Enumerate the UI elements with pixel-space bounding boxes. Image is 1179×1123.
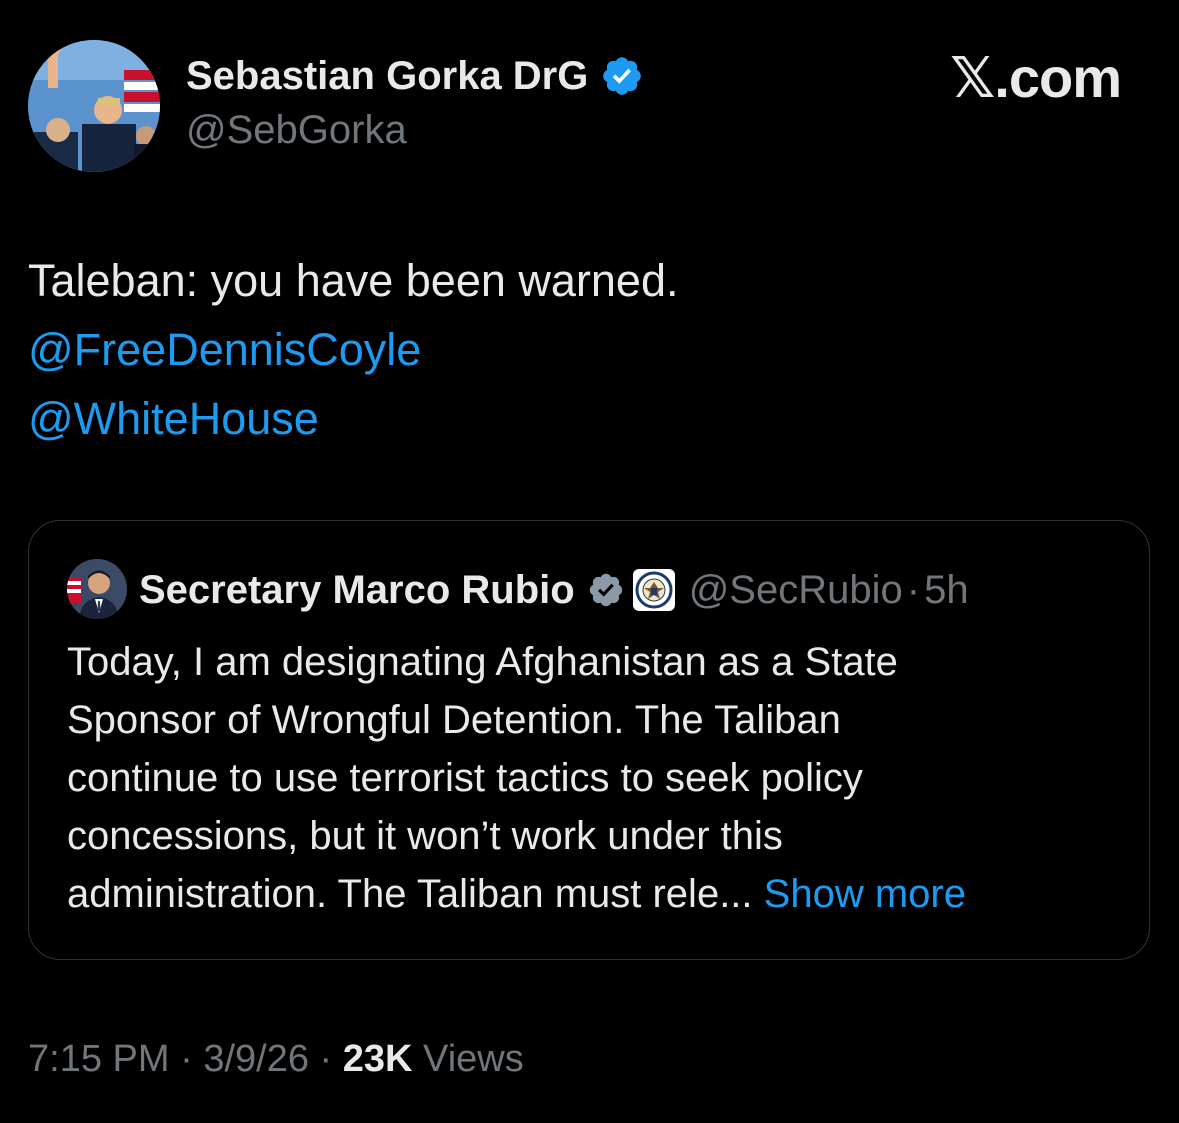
views-label[interactable]: Views (423, 1038, 524, 1080)
author-avatar[interactable] (28, 40, 160, 172)
footer-separator: · (180, 1038, 193, 1080)
tweet-text: Taleban: you have been warned. @FreeDenn… (28, 246, 678, 453)
quote-text-line: concessions, but it won’t work under thi… (67, 814, 783, 858)
quote-text-line: continue to use terrorist tactics to see… (67, 756, 863, 800)
site-brand-logo: 𝕏.com (950, 46, 1122, 109)
quote-text-line: Sponsor of Wrongful Detention. The Talib… (67, 698, 841, 742)
footer-separator: · (319, 1038, 333, 1080)
views-count[interactable]: 23K (343, 1038, 413, 1080)
verified-badge-icon[interactable] (587, 571, 625, 609)
quote-body: Today, I am designating Afghanistan as a… (67, 633, 1127, 923)
tweet-footer: 7:15 PM · 3/9/26 · 23K Views (28, 1032, 524, 1086)
tweet-time[interactable]: 7:15 PM (28, 1038, 170, 1080)
quote-meta-separator: · (906, 568, 921, 612)
mention-link-freedenniscoyle[interactable]: @FreeDennisCoyle (28, 315, 678, 384)
quote-author-avatar-image (67, 559, 127, 619)
quote-author-display-name[interactable]: Secretary Marco Rubio (139, 565, 575, 615)
mention-link-whitehouse[interactable]: @WhiteHouse (28, 384, 678, 453)
quote-text-line: administration. The Taliban must rele... (67, 872, 753, 916)
quoted-tweet-card[interactable]: Secretary Marco Rubio @SecRubio · 5h Tod… (28, 520, 1150, 960)
tweet-date[interactable]: 3/9/26 (203, 1038, 309, 1080)
tweet-text-line: Taleban: you have been warned. (28, 255, 679, 306)
author-display-name-row[interactable]: Sebastian Gorka DrG (186, 52, 644, 100)
quote-header: Secretary Marco Rubio @SecRubio · 5h (139, 565, 969, 615)
author-handle[interactable]: @SebGorka (186, 106, 407, 154)
quote-author-handle[interactable]: @SecRubio (689, 565, 903, 615)
show-more-link[interactable]: Show more (764, 872, 966, 916)
quote-text-last-line: administration. The Taliban must rele...… (67, 865, 1127, 923)
quote-timestamp[interactable]: 5h (924, 565, 969, 615)
author-display-name[interactable]: Sebastian Gorka DrG (186, 52, 588, 100)
quote-text-line: Today, I am designating Afghanistan as a… (67, 640, 898, 684)
verified-badge-icon[interactable] (600, 54, 644, 98)
state-department-seal-icon[interactable] (632, 569, 675, 611)
quote-author-avatar[interactable] (67, 559, 127, 619)
author-avatar-image (28, 40, 160, 172)
